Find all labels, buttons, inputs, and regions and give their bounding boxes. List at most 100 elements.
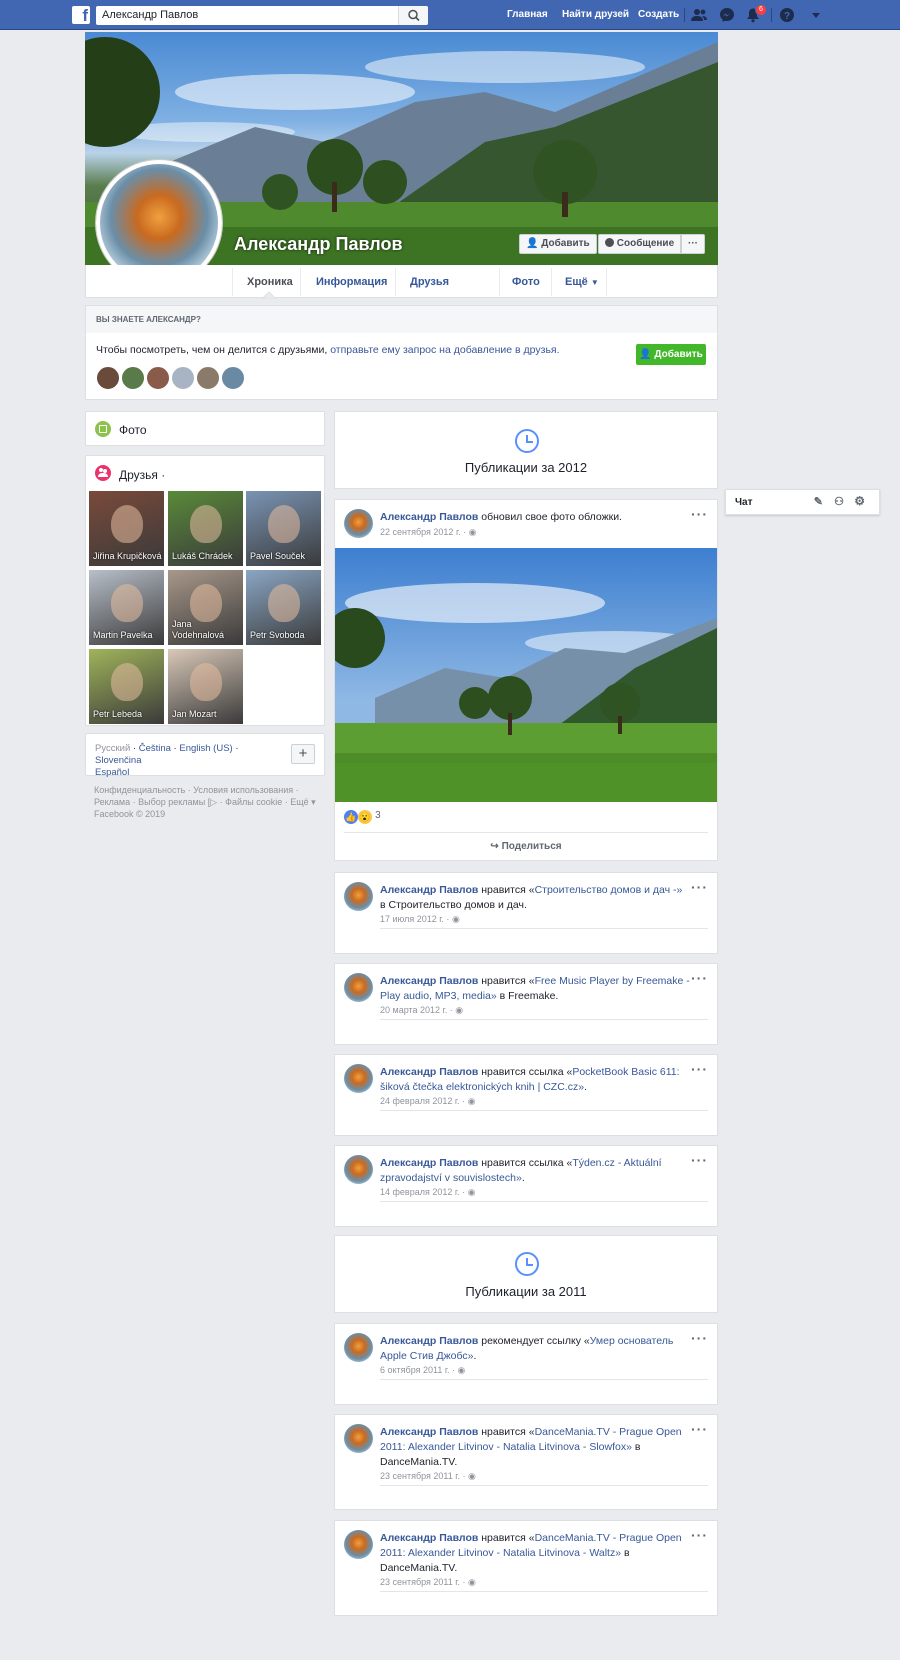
search-input[interactable]: Александр Павлов (96, 6, 428, 25)
friend-requests-icon[interactable] (691, 7, 707, 23)
footer-links-line2[interactable]: Реклама · Выбор рекламы [▷ · Файлы cooki… (94, 796, 316, 808)
photos-section-card[interactable]: Фото (85, 411, 325, 446)
post-author-link[interactable]: Александр Павлов (380, 975, 478, 987)
globe-icon: ◉ (457, 1365, 466, 1375)
post-options-button[interactable]: ··· (691, 1330, 708, 1346)
tab-photos[interactable]: Фото (512, 276, 540, 288)
language-link-czech[interactable]: Čeština (139, 743, 171, 754)
tab-friends[interactable]: Друзья (410, 276, 449, 288)
post-date[interactable]: 24 февраля 2012 г. · ◉ (380, 1096, 475, 1107)
post-date[interactable]: 14 февраля 2012 г. · ◉ (380, 1187, 475, 1198)
nav-find-friends-link[interactable]: Найти друзей (562, 9, 629, 20)
friend-tile[interactable]: Petr Lebeda (89, 649, 164, 724)
post-options-button[interactable]: ··· (691, 970, 708, 986)
more-options-button[interactable]: ··· (681, 234, 705, 254)
friend-tile[interactable]: Lukáš Chrádek (168, 491, 243, 566)
post-date[interactable]: 23 сентября 2011 г. · ◉ (380, 1577, 476, 1588)
post-date[interactable]: 17 июля 2012 г. · ◉ (380, 914, 460, 925)
mutual-friend-avatar[interactable] (146, 366, 170, 390)
post-tail-text: в Freemake. (496, 990, 559, 1002)
friend-tile[interactable]: Jana Vodehnalová (168, 570, 243, 645)
post-liked-link[interactable]: Строительство домов и дач -» (535, 884, 683, 896)
mutual-friend-avatar[interactable] (171, 366, 195, 390)
language-link-english[interactable]: English (US) (179, 743, 232, 754)
nav-create-link[interactable]: Создать (638, 9, 679, 20)
add-friend-button[interactable]: 👤 Добавить (519, 234, 597, 254)
send-friend-request-link[interactable]: отправьте ему запрос на добавление в дру… (330, 344, 559, 356)
friend-name[interactable]: Petr Lebeda (93, 709, 142, 720)
author-avatar[interactable] (344, 1424, 373, 1453)
do-you-know-plain-text: Чтобы посмотреть, чем он делится с друзь… (96, 344, 331, 356)
mutual-friend-avatar[interactable] (96, 366, 120, 390)
post-author-link[interactable]: Александр Павлов (380, 1426, 478, 1438)
footer-links-line1[interactable]: Конфиденциальность · Условия использован… (94, 784, 299, 796)
help-icon[interactable]: ? (779, 7, 795, 23)
tab-timeline[interactable]: Хроника (247, 276, 293, 288)
author-avatar[interactable] (344, 1155, 373, 1184)
post-author-link[interactable]: Александр Павлов (380, 884, 478, 896)
mutual-friend-avatar[interactable] (196, 366, 220, 390)
friend-name[interactable]: Petr Svoboda (250, 630, 305, 641)
friends-title[interactable]: Друзья · (119, 468, 165, 482)
post-divider (380, 1019, 708, 1020)
mutual-friend-avatar[interactable] (221, 366, 245, 390)
chat-sidebar-bar[interactable]: Чат ✎ ⚇ ⚙ (725, 489, 880, 515)
post-options-button[interactable]: ··· (691, 506, 708, 522)
friend-name[interactable]: Martin Pavelka (93, 630, 153, 641)
year-header-2011: Публикации за 2011 (334, 1235, 718, 1313)
post-options-button[interactable]: ··· (691, 1152, 708, 1168)
globe-icon: ◉ (467, 1096, 476, 1106)
chat-settings-gear-icon[interactable]: ⚙ (854, 494, 865, 508)
author-avatar[interactable] (344, 1333, 373, 1362)
post-date[interactable]: 22 сентября 2012 г. · ◉ (380, 527, 477, 538)
account-menu-caret-icon[interactable] (808, 7, 824, 23)
friend-name[interactable]: Jana Vodehnalová (172, 619, 243, 641)
author-avatar[interactable] (344, 1064, 373, 1093)
language-card: Русский · Čeština · English (US) · Slove… (85, 733, 325, 778)
reactions-summary[interactable]: 👍 😮 3 (344, 810, 381, 824)
author-avatar[interactable] (344, 509, 373, 538)
post-author-link[interactable]: Александр Павлов (380, 1157, 478, 1169)
add-friend-green-button[interactable]: 👤 Добавить (636, 344, 706, 365)
post-author-link[interactable]: Александр Павлов (380, 1335, 478, 1347)
post-options-button[interactable]: ··· (691, 1421, 708, 1437)
post-date[interactable]: 23 сентября 2011 г. · ◉ (380, 1471, 476, 1482)
friend-tile[interactable]: Martin Pavelka (89, 570, 164, 645)
message-button[interactable]: Сообщение (598, 234, 682, 254)
tab-more[interactable]: Ещё ▼ (565, 276, 599, 288)
friend-tile[interactable]: Jan Mozart (168, 649, 243, 724)
tab-about[interactable]: Информация (316, 276, 387, 288)
search-button[interactable] (398, 6, 428, 25)
messenger-icon[interactable] (719, 7, 735, 23)
author-avatar[interactable] (344, 973, 373, 1002)
friend-name[interactable]: Jan Mozart (172, 709, 217, 720)
cover-photo-post-image[interactable] (335, 548, 717, 802)
friend-name[interactable]: Jiřina Krupičková (93, 551, 162, 562)
nav-home-link[interactable]: Главная (507, 9, 548, 20)
post-author-link[interactable]: Александр Павлов (380, 1066, 478, 1078)
new-message-icon[interactable]: ✎ (814, 495, 823, 508)
friend-tile[interactable]: Jiřina Krupičková (89, 491, 164, 566)
language-link-spanish[interactable]: Español (95, 767, 129, 778)
friend-name[interactable]: Pavel Souček (250, 551, 305, 562)
post-options-button[interactable]: ··· (691, 879, 708, 895)
post-author-link[interactable]: Александр Павлов (380, 1532, 478, 1544)
share-button[interactable]: ↪ Поделиться (335, 841, 717, 852)
post-options-button[interactable]: ··· (691, 1527, 708, 1543)
post-date[interactable]: 6 октября 2011 г. · ◉ (380, 1365, 465, 1376)
friend-tile[interactable]: Petr Svoboda (246, 570, 321, 645)
timeline-post: Александр Павлов нравится ссылка «Pocket… (334, 1054, 718, 1136)
post-options-button[interactable]: ··· (691, 1061, 708, 1077)
author-avatar[interactable] (344, 882, 373, 911)
mutual-friend-avatar[interactable] (121, 366, 145, 390)
create-group-icon[interactable]: ⚇ (834, 495, 844, 508)
add-language-button[interactable]: + (291, 744, 315, 764)
post-date[interactable]: 20 марта 2012 г. · ◉ (380, 1005, 463, 1016)
facebook-logo-icon[interactable]: f (72, 6, 90, 24)
friend-name[interactable]: Lukáš Chrádek (172, 551, 233, 562)
language-link-slovak[interactable]: Slovenčina (95, 755, 141, 766)
author-avatar[interactable] (344, 1530, 373, 1559)
friend-tile[interactable]: Pavel Souček (246, 491, 321, 566)
post-divider (380, 1591, 708, 1592)
post-author-link[interactable]: Александр Павлов (380, 511, 478, 523)
